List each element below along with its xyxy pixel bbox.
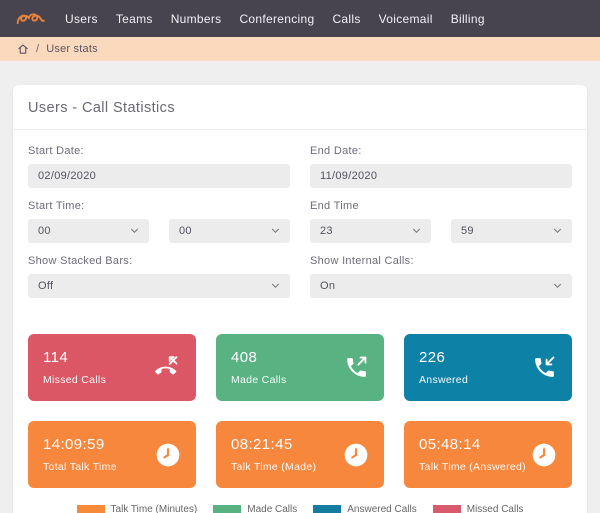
nav-item-conferencing[interactable]: Conferencing (230, 12, 323, 26)
missed-call-icon (155, 355, 181, 381)
breadcrumb-current[interactable]: User stats (46, 43, 98, 55)
stat-card-talk-time-made: 08:21:45 Talk Time (Made) (216, 421, 384, 488)
nav-item-users[interactable]: Users (56, 12, 107, 26)
start-time-hour-value: 00 (38, 225, 51, 237)
breadcrumb: / User stats (0, 37, 600, 61)
chevron-down-icon (412, 228, 421, 234)
nav-item-billing[interactable]: Billing (442, 12, 494, 26)
answered-value: 226 (419, 349, 468, 366)
start-time-minute-select[interactable]: 00 (169, 219, 290, 243)
stat-cards-grid: 114 Missed Calls 408 Made Calls (28, 334, 572, 488)
total-talk-time-label: Total Talk Time (43, 461, 117, 473)
internal-calls-select[interactable]: On (310, 274, 572, 298)
internal-calls-value: On (320, 280, 335, 292)
stat-card-missed-calls: 114 Missed Calls (28, 334, 196, 401)
legend-item[interactable]: Talk Time (Minutes) (77, 504, 198, 513)
legend-item[interactable]: Answered Calls (313, 504, 416, 513)
talk-time-made-value: 08:21:45 (231, 436, 316, 453)
stacked-bars-label: Show Stacked Bars: (28, 255, 290, 267)
chevron-down-icon (130, 228, 139, 234)
talk-time-answered-label: Talk Time (Answered) (419, 461, 526, 473)
stacked-bars-field: Show Stacked Bars: Off (28, 252, 290, 298)
nav-item-teams[interactable]: Teams (107, 12, 162, 26)
top-nav-bar: Users Teams Numbers Conferencing Calls V… (0, 0, 600, 37)
start-date-label: Start Date: (28, 145, 290, 157)
filters-form: Start Date: End Date: Start Time: 00 00 (28, 142, 572, 307)
legend-label: Made Calls (247, 504, 297, 513)
talk-time-made-label: Talk Time (Made) (231, 461, 316, 473)
legend-swatch (77, 505, 105, 513)
clock-icon (155, 442, 181, 468)
brand-squiggle-logo-icon[interactable] (16, 10, 46, 27)
made-calls-label: Made Calls (231, 374, 287, 386)
end-time-minute-select[interactable]: 59 (451, 219, 572, 243)
nav-item-numbers[interactable]: Numbers (162, 12, 231, 26)
page-content: Users - Call Statistics Start Date: End … (0, 61, 600, 513)
start-time-label: Start Time: (28, 200, 290, 212)
missed-calls-label: Missed Calls (43, 374, 106, 386)
breadcrumb-separator: / (36, 43, 39, 55)
chevron-down-icon (271, 283, 280, 289)
legend-swatch (213, 505, 241, 513)
answered-label: Answered (419, 374, 468, 386)
end-time-minute-value: 59 (461, 225, 474, 237)
outgoing-call-icon (344, 355, 369, 380)
home-icon[interactable] (17, 43, 29, 55)
chart-legend: Talk Time (Minutes) Made Calls Answered Ca… (28, 504, 572, 513)
page-title: Users - Call Statistics (13, 85, 587, 130)
stat-card-talk-time-answered: 05:48:14 Talk Time (Answered) (404, 421, 572, 488)
start-time-hour-select[interactable]: 00 (28, 219, 149, 243)
start-date-field: Start Date: (28, 142, 290, 188)
chevron-down-icon (553, 228, 562, 234)
end-time-label: End Time (310, 200, 572, 212)
talk-time-answered-value: 05:48:14 (419, 436, 526, 453)
end-date-input[interactable] (310, 164, 572, 188)
end-time-hour-select[interactable]: 23 (310, 219, 431, 243)
start-time-field: Start Time: 00 00 (28, 197, 290, 243)
stat-card-total-talk-time: 14:09:59 Total Talk Time (28, 421, 196, 488)
end-date-field: End Date: (310, 142, 572, 188)
incoming-call-icon (532, 355, 557, 380)
legend-item[interactable]: Missed Calls (433, 504, 524, 513)
calls-bar-chart: Talk Time (Minutes) Made Calls Answered Ca… (28, 504, 572, 513)
nav-item-calls[interactable]: Calls (323, 12, 369, 26)
total-talk-time-value: 14:09:59 (43, 436, 117, 453)
chevron-down-icon (271, 228, 280, 234)
clock-icon (343, 442, 369, 468)
nav-item-voicemail[interactable]: Voicemail (370, 12, 442, 26)
internal-calls-field: Show Internal Calls: On (310, 252, 572, 298)
legend-label: Missed Calls (467, 504, 524, 513)
start-date-input[interactable] (28, 164, 290, 188)
end-time-hour-value: 23 (320, 225, 333, 237)
legend-label: Talk Time (Minutes) (111, 504, 198, 513)
stacked-bars-select[interactable]: Off (28, 274, 290, 298)
internal-calls-label: Show Internal Calls: (310, 255, 572, 267)
legend-item[interactable]: Made Calls (213, 504, 297, 513)
stat-card-answered: 226 Answered (404, 334, 572, 401)
legend-swatch (433, 505, 461, 513)
clock-icon (531, 442, 557, 468)
call-statistics-panel: Users - Call Statistics Start Date: End … (13, 85, 587, 513)
end-date-label: End Date: (310, 145, 572, 157)
start-time-minute-value: 00 (179, 225, 192, 237)
stat-card-made-calls: 408 Made Calls (216, 334, 384, 401)
legend-label: Answered Calls (347, 504, 416, 513)
chevron-down-icon (553, 283, 562, 289)
legend-swatch (313, 505, 341, 513)
missed-calls-value: 114 (43, 349, 106, 366)
end-time-field: End Time 23 59 (310, 197, 572, 243)
made-calls-value: 408 (231, 349, 287, 366)
stacked-bars-value: Off (38, 280, 53, 292)
